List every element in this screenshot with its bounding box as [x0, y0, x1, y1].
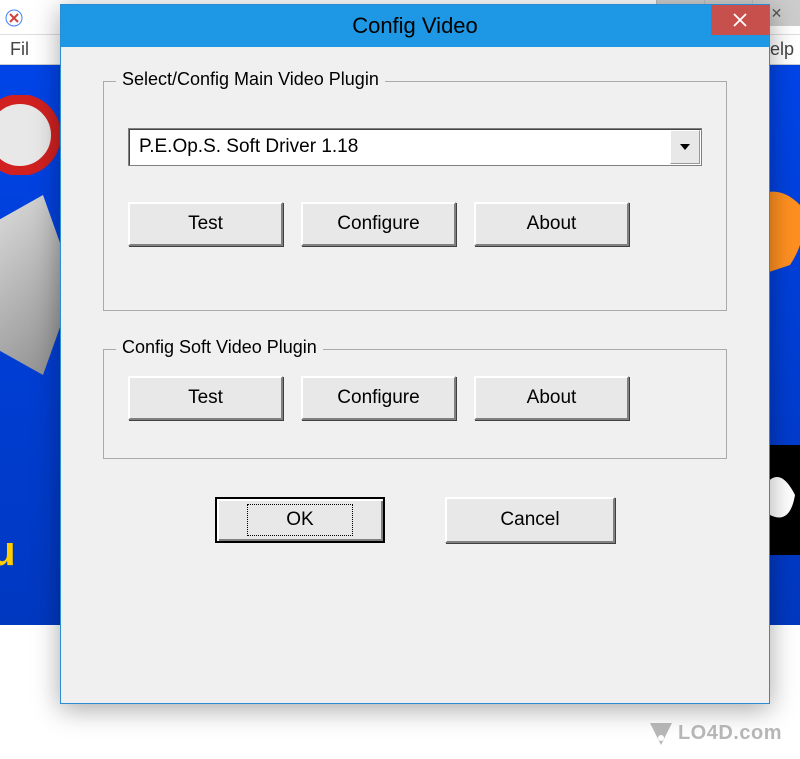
button-label: About	[527, 213, 577, 235]
app-icon	[4, 8, 24, 28]
dialog-action-buttons: OK Cancel	[103, 497, 727, 543]
button-label: Configure	[337, 213, 419, 235]
watermark: LO4D.com	[650, 722, 782, 745]
dialog-titlebar[interactable]: Config Video	[61, 5, 769, 47]
main-test-button[interactable]: Test	[128, 202, 283, 246]
chevron-down-icon	[680, 144, 690, 150]
config-video-dialog: Config Video Select/Config Main Video Pl…	[60, 4, 770, 704]
dialog-close-button[interactable]	[711, 5, 769, 35]
button-label: About	[527, 387, 577, 409]
main-plugin-button-row: Test Configure About	[128, 202, 702, 246]
video-plugin-dropdown[interactable]: P.E.Op.S. Soft Driver 1.18	[128, 128, 702, 166]
parent-menu-file[interactable]: Fil	[4, 39, 35, 60]
ok-button[interactable]: OK	[215, 497, 385, 543]
dialog-body: Select/Config Main Video Plugin P.E.Op.S…	[61, 47, 769, 567]
video-plugin-selected: P.E.Op.S. Soft Driver 1.18	[129, 136, 669, 158]
soft-plugin-button-row: Test Configure About	[128, 376, 702, 420]
soft-group-legend: Config Soft Video Plugin	[116, 337, 323, 358]
bg-red-circle-icon	[0, 95, 60, 175]
main-about-button[interactable]: About	[474, 202, 629, 246]
main-video-plugin-group: Select/Config Main Video Plugin P.E.Op.S…	[103, 81, 727, 311]
soft-about-button[interactable]: About	[474, 376, 629, 420]
soft-test-button[interactable]: Test	[128, 376, 283, 420]
button-label: Configure	[337, 387, 419, 409]
close-icon	[733, 13, 747, 27]
watermark-text: LO4D.com	[678, 722, 782, 745]
cancel-button[interactable]: Cancel	[445, 497, 615, 543]
button-label: Test	[188, 387, 223, 409]
dialog-title: Config Video	[61, 13, 769, 39]
button-label: OK	[247, 504, 352, 536]
button-label: Test	[188, 213, 223, 235]
button-label: Cancel	[500, 509, 559, 531]
soft-video-plugin-group: Config Soft Video Plugin Test Configure …	[103, 349, 727, 459]
download-icon	[650, 723, 672, 745]
main-group-legend: Select/Config Main Video Plugin	[116, 69, 385, 90]
bg-yellow-text: u	[0, 527, 16, 575]
soft-configure-button[interactable]: Configure	[301, 376, 456, 420]
dropdown-arrow-button[interactable]	[670, 130, 700, 164]
main-configure-button[interactable]: Configure	[301, 202, 456, 246]
